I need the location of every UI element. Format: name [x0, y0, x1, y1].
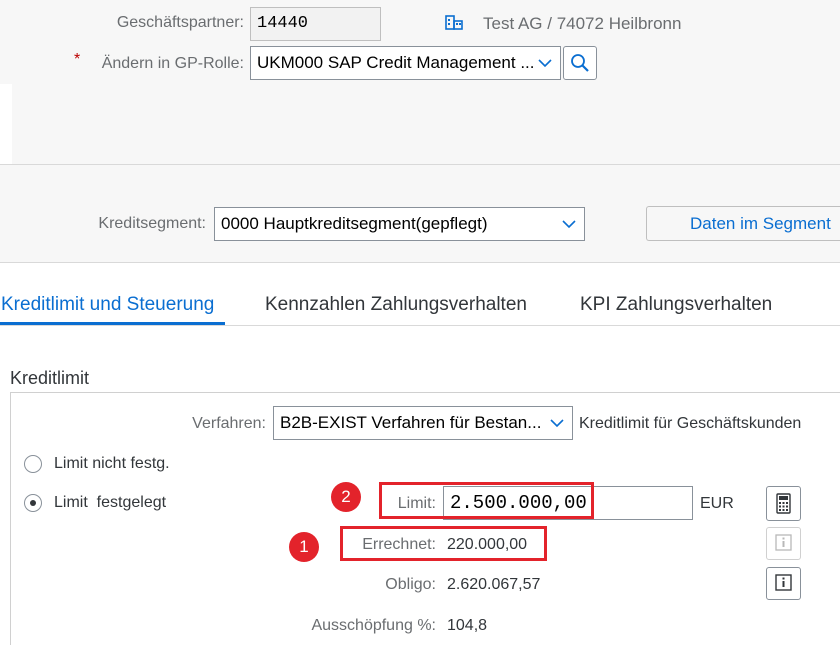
limit-currency: EUR — [700, 495, 734, 512]
obligo-info-button[interactable] — [766, 567, 801, 600]
segment-select-value: 0000 Hauptkreditsegment(gepflegt) — [221, 214, 488, 233]
info-icon — [775, 574, 792, 591]
verfahren-label: Verfahren: — [192, 415, 266, 432]
gp-description: Test AG / 74072 Heilbronn — [483, 14, 682, 33]
chevron-down-icon — [550, 419, 564, 428]
verfahren-description: Kreditlimit für Geschäftskunden — [579, 415, 802, 432]
verfahren-select-value: B2B-EXIST Verfahren für Bestan... — [280, 413, 542, 432]
radio-limit-set[interactable] — [24, 494, 42, 512]
chevron-down-icon — [538, 59, 552, 68]
tab-kpi-zahlungsverhalten[interactable]: KPI Zahlungsverhalten — [580, 294, 772, 316]
left-panel-strip — [0, 84, 12, 164]
info-button-disabled[interactable] — [766, 527, 801, 560]
segment-label: Kreditsegment: — [98, 215, 206, 232]
role-search-button[interactable] — [563, 46, 597, 80]
search-icon — [571, 54, 589, 72]
radio-limit-not-set[interactable] — [24, 455, 42, 473]
divider-1 — [0, 164, 840, 165]
segment-data-button[interactable]: Daten im Segment — [646, 206, 840, 241]
verfahren-select[interactable]: B2B-EXIST Verfahren für Bestan... — [273, 406, 573, 440]
segment-select[interactable]: 0000 Hauptkreditsegment(gepflegt) — [214, 207, 585, 241]
chevron-down-icon — [562, 220, 576, 229]
obligo-value: 2.620.067,57 — [447, 576, 541, 593]
building-icon — [444, 12, 464, 32]
badge-2: 2 — [331, 482, 361, 512]
badge-1: 1 — [289, 532, 319, 562]
role-label: Ändern in GP-Rolle: — [101, 55, 244, 72]
role-select[interactable]: UKM000 SAP Credit Management ... — [250, 46, 561, 80]
ausschoepfung-value: 104,8 — [447, 617, 488, 634]
ausschoepfung-label: Ausschöpfung %: — [311, 617, 436, 634]
radio-limit-set-label: Limit festgelegt — [54, 494, 167, 511]
info-icon — [775, 534, 792, 551]
gp-label: Geschäftspartner: — [116, 14, 244, 31]
tab-kennzahlen-zahlungsverhalten[interactable]: Kennzahlen Zahlungsverhalten — [265, 294, 527, 316]
highlight-errechnet — [340, 526, 547, 561]
kreditlimit-section-title: Kreditlimit — [10, 368, 90, 388]
obligo-label: Obligo: — [385, 576, 436, 593]
radio-limit-not-set-label: Limit nicht festg. — [54, 455, 170, 472]
gp-number-field[interactable]: 14440 — [250, 7, 381, 41]
highlight-limit — [379, 482, 594, 519]
role-select-value: UKM000 SAP Credit Management ... — [257, 53, 535, 72]
calculator-button[interactable] — [766, 486, 801, 521]
tab-kreditlimit-steuerung[interactable]: Kreditlimit und Steuerung — [1, 294, 214, 316]
calculator-icon — [776, 493, 791, 514]
